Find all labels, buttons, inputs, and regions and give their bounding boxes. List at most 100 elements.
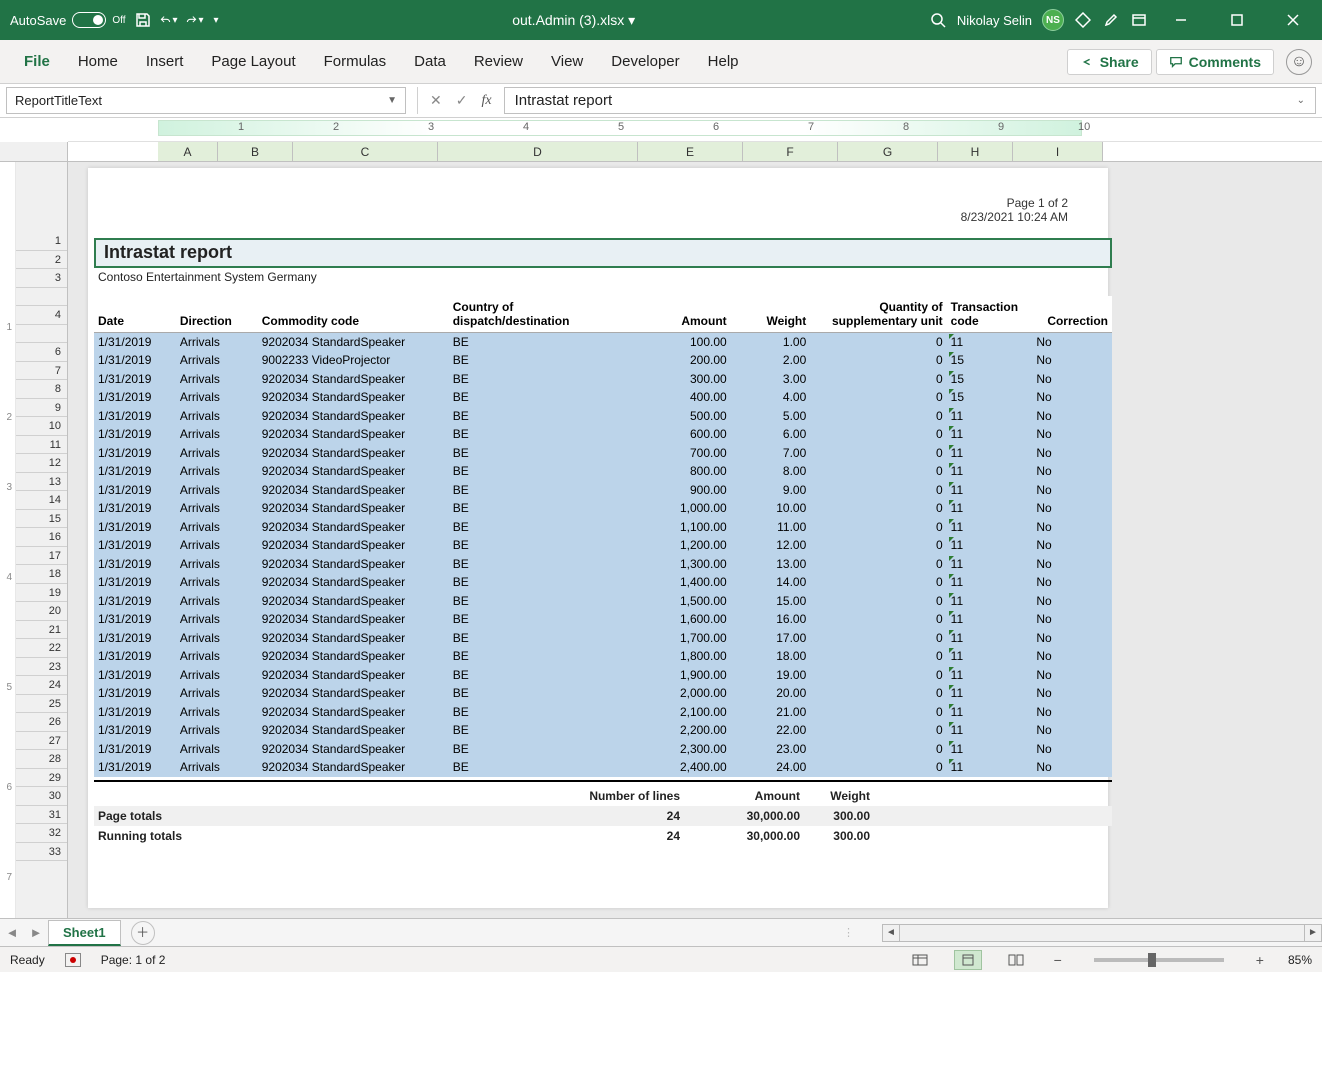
table-row[interactable]: 1/31/2019Arrivals9202034 StandardSpeaker… (94, 444, 1112, 463)
ribbon-tab-view[interactable]: View (537, 43, 597, 80)
col-amount[interactable]: Amount (606, 296, 731, 333)
brush-icon[interactable] (1102, 11, 1120, 29)
column-header-C[interactable]: C (293, 142, 438, 161)
ribbon-tab-help[interactable]: Help (694, 43, 753, 80)
table-row[interactable]: 1/31/2019Arrivals9202034 StandardSpeaker… (94, 610, 1112, 629)
minimize-button[interactable] (1158, 0, 1204, 40)
sheet-tab[interactable]: Sheet1 (48, 920, 121, 946)
scroll-right-icon[interactable]: ► (1304, 924, 1322, 942)
table-row[interactable]: 1/31/2019Arrivals9202034 StandardSpeaker… (94, 647, 1112, 666)
comments-button[interactable]: Comments (1156, 49, 1274, 75)
view-page-break-icon[interactable] (1002, 950, 1030, 970)
ribbon-tab-developer[interactable]: Developer (597, 43, 693, 80)
table-row[interactable]: 1/31/2019Arrivals9202034 StandardSpeaker… (94, 388, 1112, 407)
row-header[interactable]: 11 (16, 436, 67, 455)
row-header[interactable]: 7 (16, 362, 67, 381)
column-header-D[interactable]: D (438, 142, 638, 161)
zoom-out-button[interactable]: − (1050, 952, 1066, 968)
fx-icon[interactable]: fx (481, 93, 491, 109)
add-sheet-button[interactable]: ＋ (131, 921, 155, 945)
table-row[interactable]: 1/31/2019Arrivals9202034 StandardSpeaker… (94, 703, 1112, 722)
table-row[interactable]: 1/31/2019Arrivals9202034 StandardSpeaker… (94, 740, 1112, 759)
row-header[interactable]: 4 (16, 306, 67, 325)
user-avatar-icon[interactable]: NS (1042, 9, 1064, 31)
select-all-corner[interactable] (0, 142, 68, 161)
cancel-formula-icon[interactable]: ✕ (430, 92, 442, 109)
table-row[interactable]: 1/31/2019Arrivals9202034 StandardSpeaker… (94, 721, 1112, 740)
macro-record-icon[interactable] (65, 953, 81, 967)
search-icon[interactable] (929, 11, 947, 29)
scroll-left-icon[interactable]: ◄ (882, 924, 900, 942)
row-header[interactable]: 21 (16, 621, 67, 640)
col-direction[interactable]: Direction (176, 296, 258, 333)
col-weight[interactable]: Weight (731, 296, 811, 333)
column-header-I[interactable]: I (1013, 142, 1103, 161)
share-button[interactable]: Share (1067, 49, 1152, 75)
table-row[interactable]: 1/31/2019Arrivals9202034 StandardSpeaker… (94, 758, 1112, 777)
table-row[interactable]: 1/31/2019Arrivals9202034 StandardSpeaker… (94, 573, 1112, 592)
col-country[interactable]: Country of dispatch/destination (449, 296, 606, 333)
col-correction[interactable]: Correction (1032, 296, 1112, 333)
table-row[interactable]: 1/31/2019Arrivals9002233 VideoProjectorB… (94, 351, 1112, 370)
row-header[interactable]: 22 (16, 639, 67, 658)
row-header[interactable]: 27 (16, 732, 67, 751)
row-header[interactable]: 31 (16, 806, 67, 825)
table-row[interactable]: 1/31/2019Arrivals9202034 StandardSpeaker… (94, 592, 1112, 611)
ribbon-tab-data[interactable]: Data (400, 43, 460, 80)
row-header[interactable]: 1 (16, 232, 67, 251)
row-header[interactable]: 30 (16, 787, 67, 806)
page-preview[interactable]: Page 1 of 2 8/23/2021 10:24 AM Intrastat… (88, 168, 1108, 908)
save-icon[interactable] (134, 11, 152, 29)
ribbon-mode-icon[interactable] (1130, 11, 1148, 29)
accept-formula-icon[interactable]: ✓ (456, 92, 468, 109)
col-transaction[interactable]: Transaction code (947, 296, 1033, 333)
split-handle-icon[interactable]: ⋮ (843, 926, 854, 939)
ribbon-tab-page-layout[interactable]: Page Layout (197, 43, 309, 80)
row-header[interactable]: 9 (16, 399, 67, 418)
zoom-slider[interactable] (1094, 958, 1224, 962)
row-header[interactable]: 24 (16, 676, 67, 695)
diamond-icon[interactable] (1074, 11, 1092, 29)
row-header[interactable]: 14 (16, 491, 67, 510)
column-header-E[interactable]: E (638, 142, 743, 161)
table-row[interactable]: 1/31/2019Arrivals9202034 StandardSpeaker… (94, 481, 1112, 500)
row-header[interactable]: 28 (16, 750, 67, 769)
name-box[interactable]: ReportTitleText ▼ (6, 87, 406, 114)
autosave-toggle[interactable]: AutoSave Off (10, 12, 126, 28)
table-row[interactable]: 1/31/2019Arrivals9202034 StandardSpeaker… (94, 555, 1112, 574)
col-commodity[interactable]: Commodity code (258, 296, 449, 333)
column-header-B[interactable]: B (218, 142, 293, 161)
report-title-cell[interactable]: Intrastat report (94, 238, 1112, 268)
table-row[interactable]: 1/31/2019Arrivals9202034 StandardSpeaker… (94, 536, 1112, 555)
row-header[interactable]: 3 (16, 269, 67, 288)
row-header[interactable]: 33 (16, 843, 67, 862)
table-row[interactable]: 1/31/2019Arrivals9202034 StandardSpeaker… (94, 425, 1112, 444)
col-quantity[interactable]: Quantity of supplementary unit (810, 296, 946, 333)
maximize-button[interactable] (1214, 0, 1260, 40)
zoom-in-button[interactable]: + (1252, 952, 1268, 968)
row-header[interactable]: 2 (16, 251, 67, 270)
column-header-F[interactable]: F (743, 142, 838, 161)
table-row[interactable]: 1/31/2019Arrivals9202034 StandardSpeaker… (94, 666, 1112, 685)
expand-formula-icon[interactable]: ⌄ (1297, 95, 1305, 106)
row-header[interactable]: 10 (16, 417, 67, 436)
ribbon-tab-home[interactable]: Home (64, 43, 132, 80)
ribbon-tab-review[interactable]: Review (460, 43, 537, 80)
row-header[interactable]: 13 (16, 473, 67, 492)
undo-icon[interactable]: ▾ (160, 11, 178, 29)
row-header[interactable]: 23 (16, 658, 67, 677)
column-header-A[interactable]: A (158, 142, 218, 161)
vertical-ruler[interactable]: 1 2 3 4 5 6 7 (0, 162, 16, 918)
table-row[interactable]: 1/31/2019Arrivals9202034 StandardSpeaker… (94, 629, 1112, 648)
user-name[interactable]: Nikolay Selin (957, 13, 1032, 28)
row-header[interactable]: 8 (16, 380, 67, 399)
row-header[interactable] (16, 288, 67, 307)
ribbon-tab-file[interactable]: File (10, 43, 64, 80)
horizontal-scrollbar[interactable]: ◄ ► (882, 924, 1322, 942)
feedback-icon[interactable]: ☺ (1286, 49, 1312, 75)
row-header[interactable]: 32 (16, 824, 67, 843)
table-row[interactable]: 1/31/2019Arrivals9202034 StandardSpeaker… (94, 518, 1112, 537)
redo-icon[interactable]: ▾ (186, 11, 204, 29)
row-header[interactable]: 20 (16, 602, 67, 621)
zoom-level[interactable]: 85% (1288, 953, 1312, 967)
